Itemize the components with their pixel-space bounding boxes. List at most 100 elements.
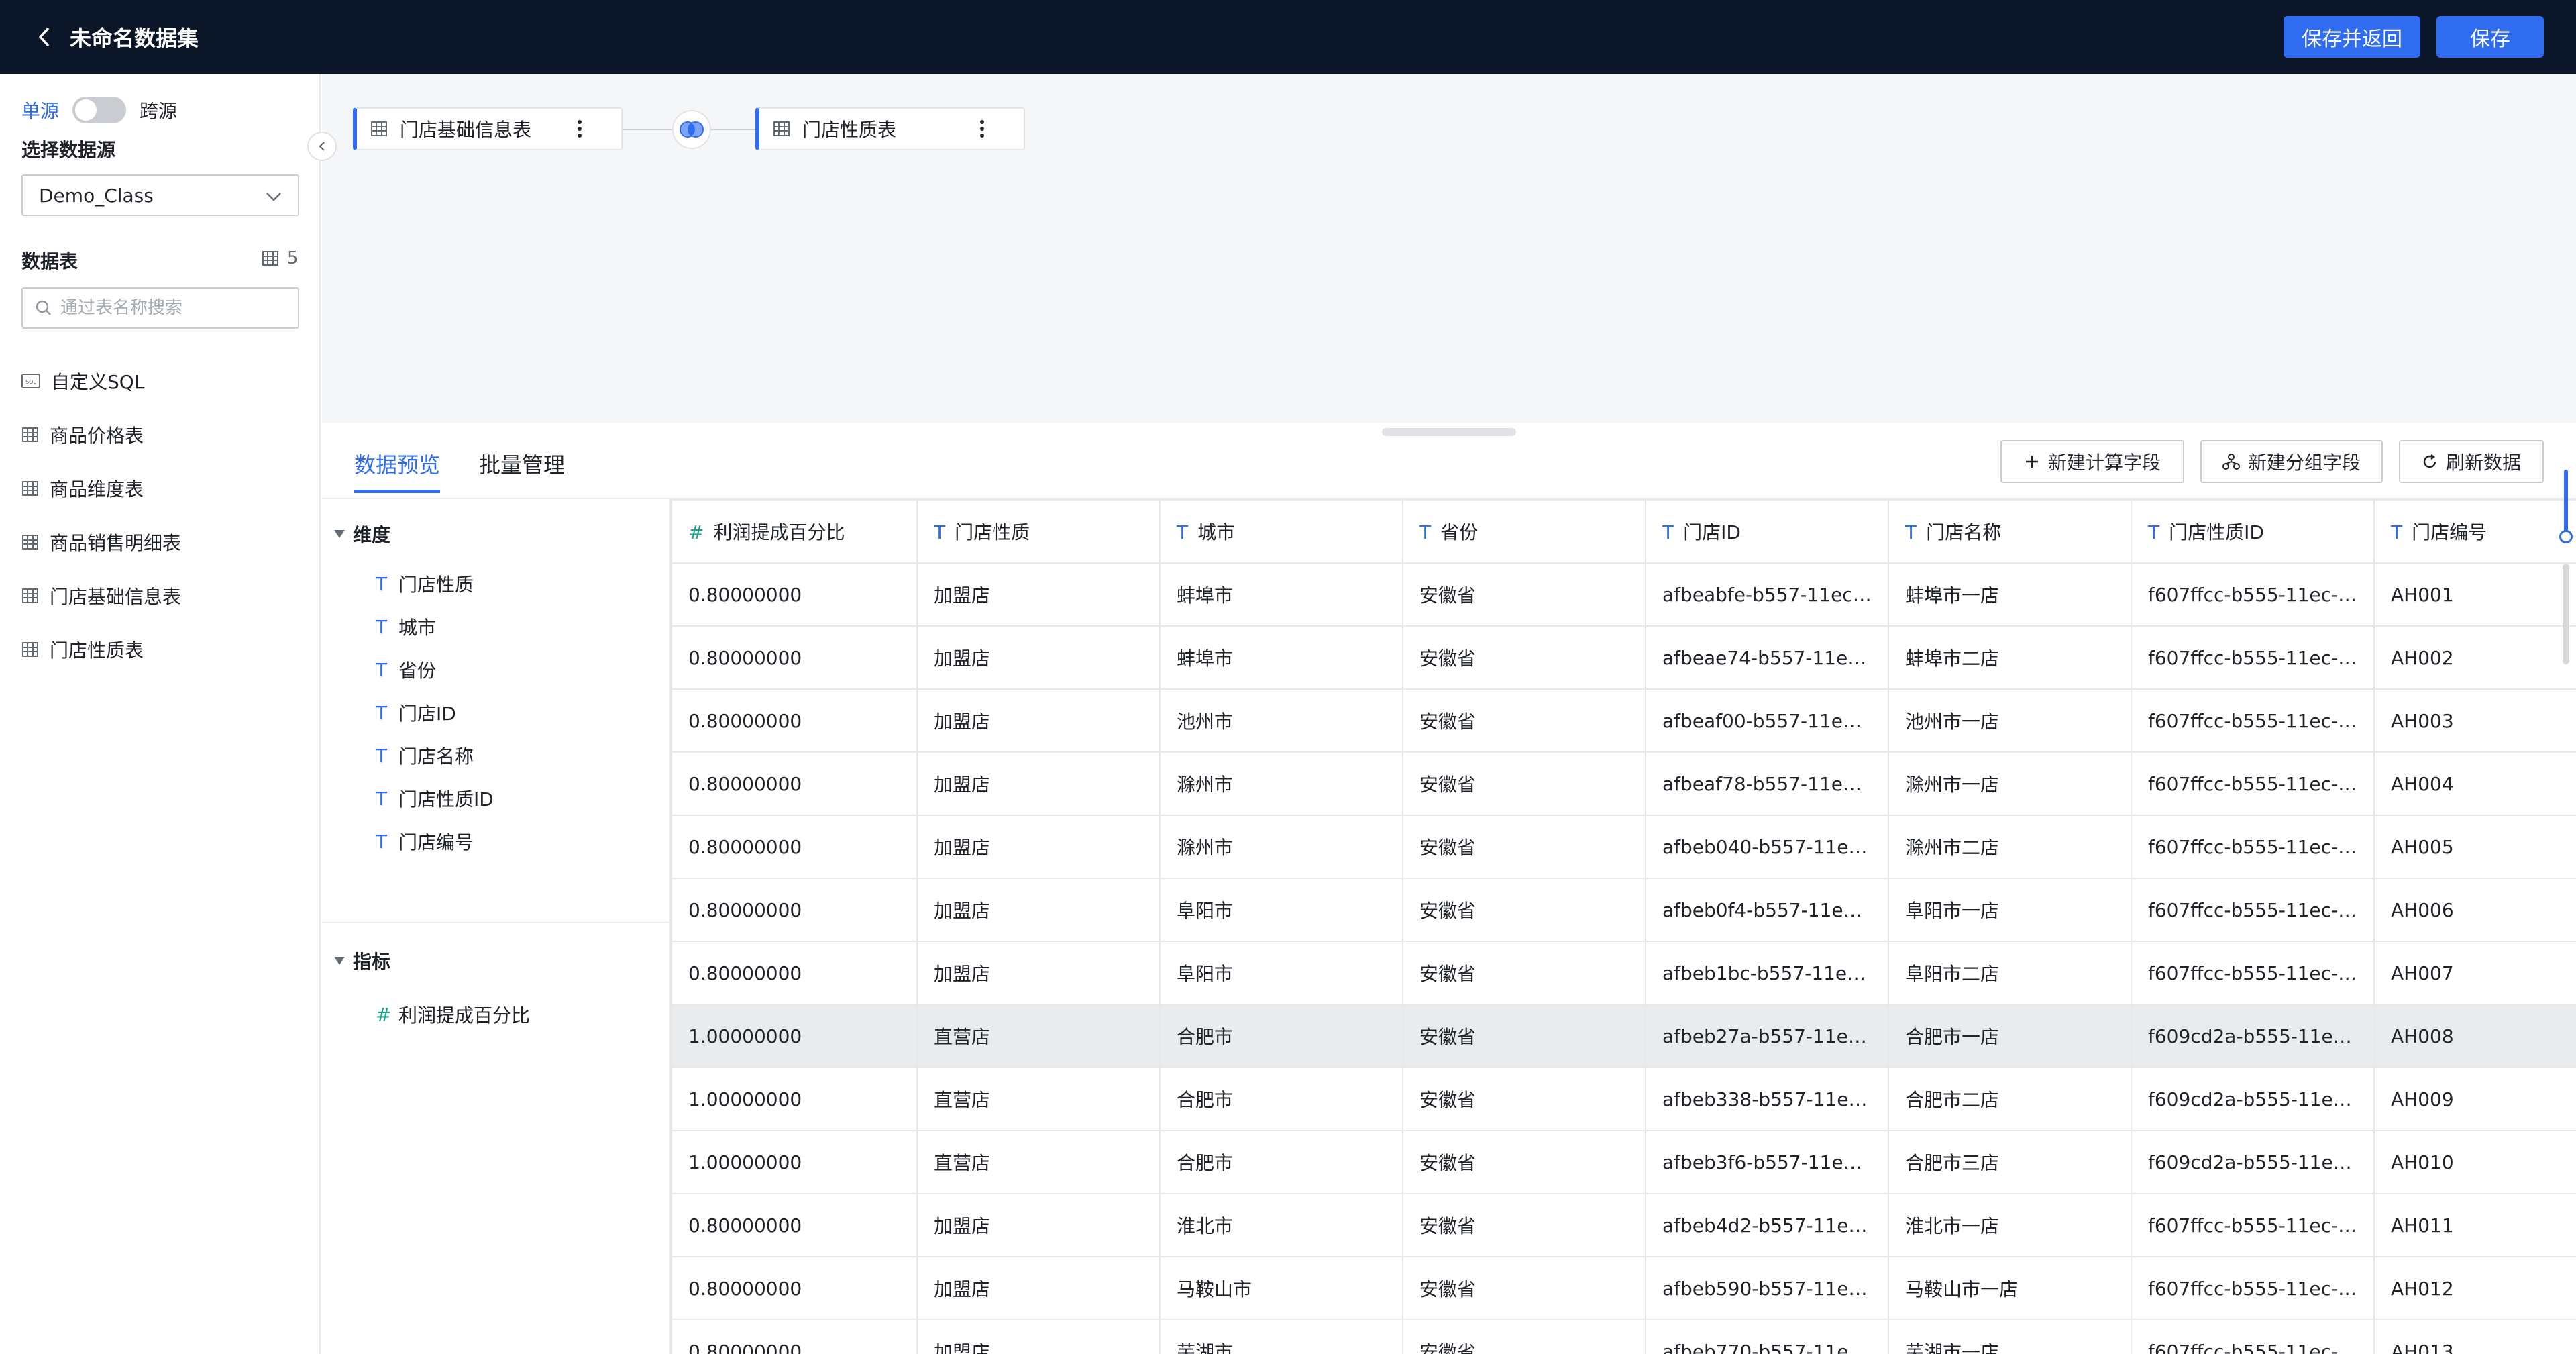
column-header[interactable]: T 门店性质 [916, 499, 1161, 564]
new-calc-field-button[interactable]: 新建计算字段 [2000, 440, 2184, 483]
tab-batch-manage[interactable]: 批量管理 [479, 448, 565, 493]
column-header[interactable]: T 门店性质ID [2131, 499, 2375, 564]
more-vertical-icon[interactable] [979, 118, 985, 140]
table-cell: afbeaf78-b557-11ec-a… [1645, 751, 1889, 816]
zoom-slider[interactable] [2559, 470, 2573, 543]
table-row[interactable]: 0.80000000 加盟店 淮北市 安徽省 afbeb4d2-b557-11ec-… 淮… [671, 1193, 2576, 1257]
chevron-left-icon [316, 140, 328, 152]
new-group-field-button[interactable]: 新建分组字段 [2200, 440, 2383, 483]
table-row[interactable]: 1.00000000 直营店 合肥市 安徽省 afbeb338-b557-11ec-… 合… [671, 1067, 2576, 1131]
column-header[interactable]: T 门店ID [1645, 499, 1889, 564]
field-item[interactable]: T 城市 [376, 613, 436, 640]
source-mode-toggle[interactable] [72, 97, 127, 123]
resize-handle[interactable] [1382, 428, 1516, 436]
number-type-icon: # [688, 521, 704, 543]
table-cell: 安徽省 [1402, 941, 1646, 1005]
text-type-icon: T [1662, 521, 1674, 543]
collapse-panel-button[interactable] [307, 132, 337, 161]
field-item[interactable]: T 门店编号 [376, 828, 474, 855]
table-row[interactable]: 0.80000000 加盟店 阜阳市 安徽省 afbeb1bc-b557-11ec-… 阜… [671, 941, 2576, 1005]
field-item[interactable]: T 门店名称 [376, 742, 474, 769]
table-row[interactable]: 0.80000000 加盟店 阜阳市 安徽省 afbeb0f4-b557-11ec-… 阜… [671, 878, 2576, 942]
table-cell: f607ffcc-b555-11ec-a… [2131, 1193, 2375, 1257]
more-vertical-icon[interactable] [577, 118, 582, 140]
column-header[interactable]: T 省份 [1402, 499, 1646, 564]
field-item[interactable]: T 省份 [376, 656, 436, 683]
tab-data-preview[interactable]: 数据预览 [354, 448, 441, 493]
metric-group-header[interactable]: 指标 [334, 947, 390, 974]
join-type-button[interactable] [672, 110, 711, 149]
save-button[interactable]: 保存 [2436, 16, 2544, 58]
table-row[interactable]: 0.80000000 加盟店 滁州市 安徽省 afbeaf78-b557-11ec-a…… [671, 751, 2576, 816]
fields-panel: 维度 T 门店性质 T 城市 T 省份 T 门店ID T 门店名称 T 门店性质ID T 门店… [322, 498, 671, 1354]
table-cell: 安徽省 [1402, 1193, 1646, 1257]
column-header-label: 省份 [1440, 521, 1479, 543]
table-item-product-dimension[interactable]: 商品维度表 [21, 462, 310, 515]
table-cell: 安徽省 [1402, 815, 1646, 879]
table-cell: 安徽省 [1402, 878, 1646, 942]
save-and-return-button[interactable]: 保存并返回 [2284, 16, 2420, 58]
table-item-label: 门店性质表 [50, 639, 144, 662]
table-cell: AH004 [2373, 751, 2576, 816]
table-search[interactable] [21, 287, 299, 329]
column-header[interactable]: # 利润提成百分比 [671, 499, 918, 564]
table-cell: f607ffcc-b555-11ec-a… [2131, 688, 2375, 753]
field-label: 门店名称 [398, 745, 474, 768]
table-item-custom-sql[interactable]: SQL 自定义SQL [21, 354, 310, 408]
field-item[interactable]: T 门店性质 [376, 570, 474, 597]
field-item[interactable]: T 门店ID [376, 699, 456, 726]
table-row[interactable]: 0.80000000 加盟店 蚌埠市 安徽省 afbeabfe-b557-11ec-a…… [671, 562, 2576, 627]
table-row[interactable]: 0.80000000 加盟店 池州市 安徽省 afbeaf00-b557-11ec-a…… [671, 688, 2576, 753]
table-item-store-type[interactable]: 门店性质表 [21, 623, 310, 676]
column-header[interactable]: T 门店编号 [2373, 499, 2576, 564]
table-row[interactable]: 0.80000000 加盟店 马鞍山市 安徽省 afbeb590-b557-11ec-…… [671, 1256, 2576, 1320]
table-search-input[interactable] [60, 298, 288, 318]
column-header-label: 门店名称 [1926, 521, 2002, 543]
new-group-field-label: 新建分组字段 [2247, 452, 2361, 474]
metric-group-title: 指标 [353, 951, 391, 973]
table-scrollbar[interactable] [2563, 564, 2569, 664]
tables-count: 5 [262, 248, 299, 268]
table-node-store-type[interactable]: 门店性质表 [755, 107, 1025, 150]
table-row[interactable]: 0.80000000 加盟店 芜湖市 安徽省 afbeb770-b557-11ec-… 芜… [671, 1319, 2576, 1354]
relation-canvas[interactable]: 门店基础信息表 门店性质表 [322, 74, 2576, 423]
table-node-store-basic[interactable]: 门店基础信息表 [353, 107, 623, 150]
table-item-label: 商品销售明细表 [50, 532, 182, 554]
table-cell: 0.80000000 [671, 625, 918, 690]
table-row[interactable]: 0.80000000 加盟店 蚌埠市 安徽省 afbeae74-b557-11ec-… 蚌… [671, 625, 2576, 690]
mode-cross-label[interactable]: 跨源 [140, 97, 177, 123]
field-label: 门店ID [398, 702, 456, 725]
refresh-data-button[interactable]: 刷新数据 [2399, 440, 2544, 483]
mode-single-label[interactable]: 单源 [21, 97, 59, 123]
table-cell: 加盟店 [916, 1193, 1161, 1257]
table-cell: 阜阳市二店 [1888, 941, 2132, 1005]
field-item[interactable]: # 利润提成百分比 [376, 1001, 530, 1028]
table-cell: f607ffcc-b555-11ec-a… [2131, 1319, 2375, 1354]
column-header[interactable]: T 城市 [1159, 499, 1403, 564]
table-row[interactable]: 0.80000000 加盟店 滁州市 安徽省 afbeb040-b557-11ec-… 滁… [671, 815, 2576, 879]
table-item-store-basic[interactable]: 门店基础信息表 [21, 569, 310, 623]
text-type-icon: T [376, 701, 388, 724]
table-cell: 安徽省 [1402, 751, 1646, 816]
table-cell: AH003 [2373, 688, 2576, 753]
dimension-group-header[interactable]: 维度 [334, 521, 390, 548]
table-row[interactable]: 1.00000000 直营店 合肥市 安徽省 afbeb3f6-b557-11ec-… 合… [671, 1130, 2576, 1194]
datasource-select[interactable]: Demo_Class [21, 174, 299, 216]
table-cell: f607ffcc-b555-11ec-a… [2131, 815, 2375, 879]
table-cell: afbeb3f6-b557-11ec-… [1645, 1130, 1889, 1194]
field-label: 城市 [398, 617, 437, 639]
field-label: 门店性质 [398, 574, 474, 596]
table-cell: 池州市 [1159, 688, 1403, 753]
table-cell: 加盟店 [916, 815, 1161, 879]
field-item[interactable]: T 门店性质ID [376, 785, 494, 812]
table-cell: AH002 [2373, 625, 2576, 690]
table-cell: f609cd2a-b555-11ec-… [2131, 1130, 2375, 1194]
table-item-product-price[interactable]: 商品价格表 [21, 408, 310, 462]
chevron-down-icon [264, 187, 283, 206]
svg-text:SQL: SQL [25, 379, 36, 385]
table-row[interactable]: 1.00000000 直营店 合肥市 安徽省 afbeb27a-b557-11ec-… 合… [671, 1004, 2576, 1068]
table-item-sales-detail[interactable]: 商品销售明细表 [21, 515, 310, 569]
new-calc-field-label: 新建计算字段 [2047, 452, 2161, 474]
back-button[interactable] [31, 23, 58, 50]
column-header[interactable]: T 门店名称 [1888, 499, 2132, 564]
